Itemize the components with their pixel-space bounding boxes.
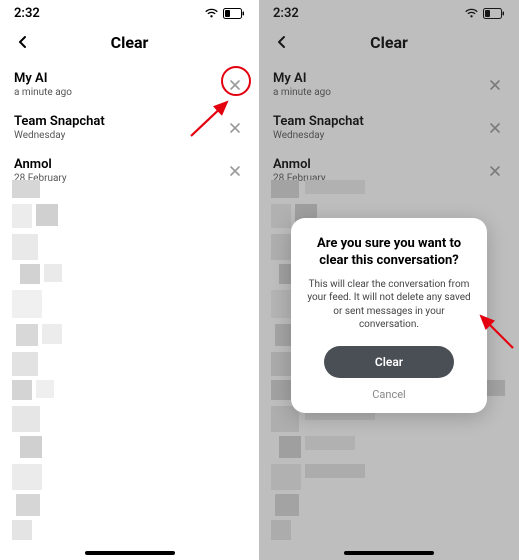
phone-right: 2:32 Clear My AI a minute ago xyxy=(259,0,519,560)
wifi-icon xyxy=(204,8,219,19)
back-button[interactable] xyxy=(12,31,34,53)
close-icon[interactable] xyxy=(225,161,245,181)
item-subtitle: Wednesday xyxy=(14,130,105,141)
page-title: Clear xyxy=(111,33,149,52)
status-time: 2:32 xyxy=(14,6,40,21)
item-subtitle: a minute ago xyxy=(14,87,72,98)
status-bar: 2:32 xyxy=(0,0,259,25)
dialog-body: This will clear the conversation from yo… xyxy=(305,278,473,332)
close-icon[interactable] xyxy=(225,118,245,138)
conversation-list: My AI a minute ago Team Snapchat Wednesd… xyxy=(0,63,259,192)
cancel-button[interactable]: Cancel xyxy=(305,388,473,401)
item-name: My AI xyxy=(14,71,72,86)
header: Clear xyxy=(0,25,259,63)
dialog-title: Are you sure you want to clear this conv… xyxy=(305,236,473,270)
list-item[interactable]: My AI a minute ago xyxy=(0,63,259,106)
list-item[interactable]: Team Snapchat Wednesday xyxy=(0,106,259,149)
clear-button[interactable]: Clear xyxy=(324,346,454,378)
item-name: Anmol xyxy=(14,157,67,172)
redacted-area xyxy=(6,180,253,554)
phone-left: 2:32 Clear My AI a minute ago xyxy=(0,0,259,560)
home-indicator xyxy=(344,551,434,555)
confirm-dialog: Are you sure you want to clear this conv… xyxy=(291,218,487,413)
close-icon[interactable] xyxy=(225,75,245,95)
home-indicator xyxy=(85,551,175,555)
battery-icon xyxy=(223,8,245,19)
item-name: Team Snapchat xyxy=(14,114,105,129)
status-right xyxy=(204,8,245,19)
